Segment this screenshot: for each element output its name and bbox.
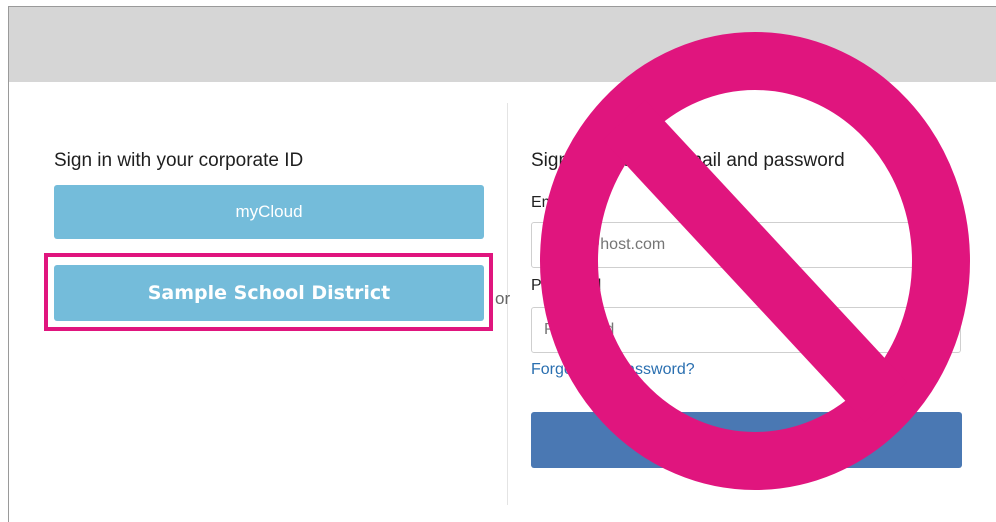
highlight-box: [44, 253, 493, 331]
prohibition-sign-icon: [540, 32, 970, 490]
corporate-signin-heading: Sign in with your corporate ID: [54, 150, 304, 171]
or-separator: or: [495, 289, 511, 308]
mycloud-button[interactable]: myCloud: [54, 185, 484, 239]
